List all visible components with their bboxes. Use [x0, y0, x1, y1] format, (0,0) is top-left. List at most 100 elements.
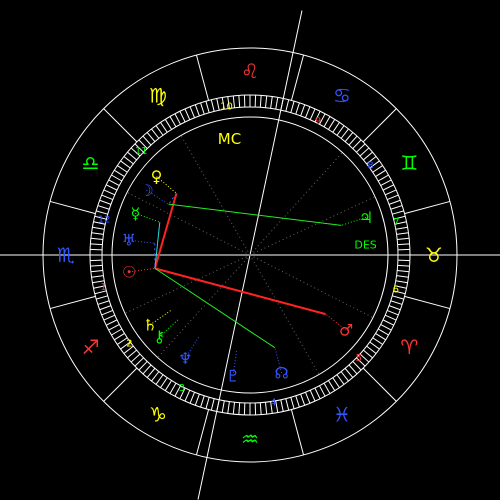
house-cusp-10	[249, 10, 303, 256]
degree-tick	[146, 368, 156, 378]
degree-tick	[300, 104, 306, 117]
degree-tick	[179, 110, 186, 123]
degree-tick	[290, 397, 295, 409]
aspect-sun-mars	[154, 267, 326, 316]
degree-tick	[97, 300, 110, 305]
sign-scorpio: ♏	[57, 243, 75, 267]
house-number-3: 3	[179, 383, 185, 394]
sign-libra: ♎	[82, 151, 100, 175]
aspect-sun-node	[154, 267, 276, 349]
degree-tick	[375, 333, 386, 341]
degree-tick	[323, 116, 331, 128]
degree-tick	[348, 364, 358, 375]
degree-tick	[332, 377, 340, 388]
sign-divider	[195, 54, 210, 101]
degree-tick	[397, 243, 410, 246]
degree-tick	[259, 95, 262, 108]
degree-tick	[184, 108, 191, 120]
degree-tick	[377, 328, 389, 336]
degree-tick	[366, 345, 377, 354]
degree-tick	[264, 402, 268, 415]
degree-tick	[280, 399, 284, 412]
degree-tick	[359, 147, 370, 157]
sign-aquarius: ♒	[241, 427, 259, 451]
degree-tick	[91, 275, 104, 278]
degree-tick	[200, 102, 205, 115]
sign-divider	[362, 108, 397, 143]
degree-tick	[314, 387, 321, 400]
degree-tick	[396, 232, 409, 235]
house-number-7: 7	[393, 217, 399, 228]
degree-tick	[111, 328, 123, 336]
house-number-6: 6	[393, 285, 399, 296]
degree-tick	[238, 95, 241, 108]
degree-tick	[380, 179, 392, 186]
degree-tick	[151, 128, 160, 139]
degree-tick	[184, 390, 191, 402]
degree-tick	[194, 393, 200, 406]
aspect-lines	[153, 192, 342, 349]
sign-gemini: ♊	[400, 151, 418, 175]
degree-tick	[380, 324, 392, 331]
degree-tick	[174, 113, 181, 125]
degree-tick	[336, 125, 345, 136]
degree-tick	[319, 385, 326, 397]
degree-tick	[227, 401, 230, 414]
sign-virgo: ♍	[149, 84, 167, 108]
degree-tick	[340, 371, 349, 382]
planet-glyphs: ☽♀☿♅☉♄⚷♆♇ ☊♂♃	[122, 167, 373, 385]
degree-tick	[375, 169, 386, 177]
astrology-wheel: ♈♉♊♋♌♍♎♏♐♑♒♓ 123456789101112 ☽♀☿♅☉♄⚷♆♇ ☊♂…	[0, 10, 500, 500]
degree-tick	[194, 104, 200, 117]
sign-divider	[49, 200, 96, 215]
degree-tick	[323, 382, 331, 394]
degree-tick	[169, 116, 177, 128]
degree-tick	[387, 194, 399, 201]
degree-tick	[169, 382, 177, 394]
degree-tick	[352, 139, 362, 149]
degree-tick	[259, 402, 262, 415]
degree-tick	[304, 106, 311, 118]
degree-tick	[232, 95, 236, 108]
degree-tick	[103, 314, 115, 321]
sign-sagittarius: ♐	[82, 335, 100, 359]
sign-divider	[195, 409, 210, 456]
degree-tick	[90, 269, 103, 273]
degree-tick	[90, 264, 103, 267]
degree-tick	[304, 392, 311, 404]
degree-tick	[120, 160, 131, 169]
degree-tick	[200, 395, 205, 408]
degree-tick	[160, 377, 168, 388]
degree-tick	[328, 119, 336, 130]
degree-tick	[142, 364, 152, 375]
degree-tick	[99, 305, 112, 311]
degree-tick	[372, 337, 383, 345]
house-cusp-2	[124, 254, 251, 314]
degree-tick	[155, 125, 164, 136]
degree-tick	[108, 324, 120, 331]
degree-tick	[155, 374, 164, 385]
degree-tick	[101, 309, 113, 316]
degree-tick	[285, 398, 290, 411]
degree-tick	[210, 99, 215, 112]
degree-tick	[395, 280, 408, 284]
degree-tick	[377, 174, 389, 182]
degree-tick	[270, 96, 273, 109]
degree-tick	[151, 371, 160, 382]
degree-tick	[114, 333, 125, 341]
degree-tick	[90, 237, 103, 241]
degree-tick	[210, 398, 215, 411]
degree-tick	[164, 380, 172, 391]
degree-tick	[101, 194, 113, 201]
sign-leo: ♌	[241, 59, 259, 83]
degree-tick	[96, 295, 108, 300]
degree-tick	[216, 98, 220, 111]
degree-tick	[264, 95, 268, 108]
house-number-9: 9	[315, 116, 321, 127]
degree-tick	[295, 395, 300, 408]
degree-tick	[189, 392, 196, 404]
degree-tick	[138, 361, 148, 371]
degree-tick	[388, 305, 401, 311]
house-number-5: 5	[356, 353, 362, 364]
degree-tick	[111, 174, 123, 182]
